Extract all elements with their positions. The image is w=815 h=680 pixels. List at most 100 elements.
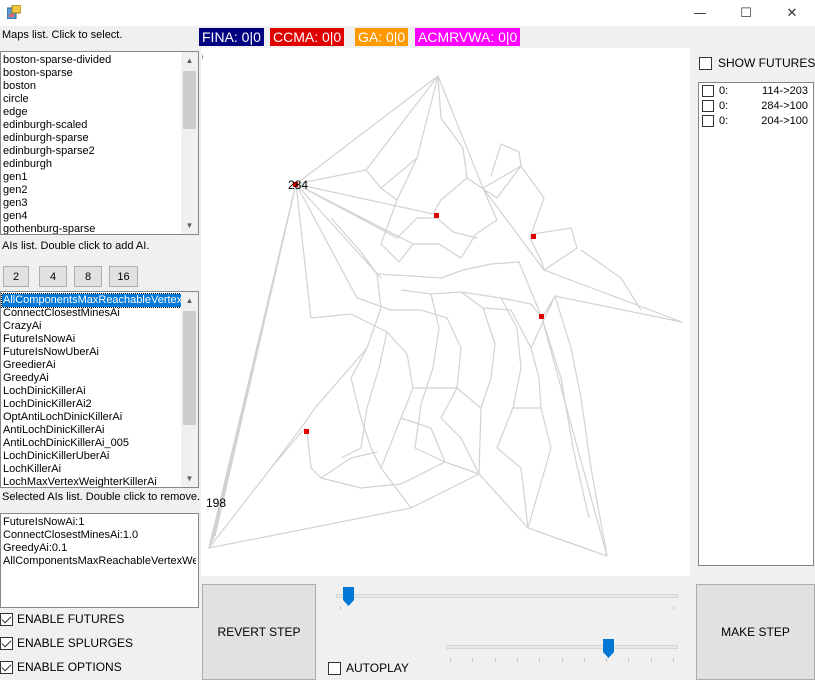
enable-options-label: ENABLE OPTIONS <box>17 660 122 674</box>
speed-slider-tick <box>539 658 541 662</box>
map-list-item[interactable]: gen2 <box>2 184 181 197</box>
map-list-item[interactable]: gen4 <box>2 210 181 223</box>
selected-ai-item[interactable]: GreedyAi:0.1 <box>2 542 196 555</box>
map-list-item[interactable]: boston-sparse <box>2 67 181 80</box>
title-bar: — ☐ ✕ <box>0 0 815 26</box>
ai-list-item[interactable]: GreedierAi <box>2 359 181 372</box>
show-futures-label: SHOW FUTURES <box>718 56 815 70</box>
mine-marker[interactable] <box>434 213 439 218</box>
speed-slider-tick <box>472 658 474 662</box>
future-checkbox[interactable] <box>702 115 714 127</box>
future-checkbox[interactable] <box>702 100 714 112</box>
future-row[interactable]: 0: 114->203 <box>702 84 810 99</box>
score-fina: FINA: 0|0 <box>199 28 264 46</box>
step-slider-thumb[interactable] <box>342 587 354 606</box>
maximize-button[interactable]: ☐ <box>723 0 769 26</box>
ais-scroll-thumb[interactable] <box>183 311 196 425</box>
speed-slider-tick <box>561 658 563 662</box>
selected-ai-item[interactable]: ConnectClosestMinesAi:1.0 <box>2 529 196 542</box>
map-graph <box>208 75 683 557</box>
app-icon <box>7 5 21 19</box>
scroll-down-icon[interactable]: ▼ <box>181 470 198 487</box>
autoplay-checkbox[interactable] <box>328 662 341 675</box>
ai-list-item[interactable]: AntiLochDinicKillerAi_005 <box>2 437 181 450</box>
ai-list-item[interactable]: GreedyAi <box>2 372 181 385</box>
make-step-button[interactable]: MAKE STEP <box>696 584 815 680</box>
ai-list-item[interactable]: LochDinicKillerUberAi <box>2 450 181 463</box>
minimize-button[interactable]: — <box>677 0 723 26</box>
ai-list-item[interactable]: LochDinicKillerAi <box>2 385 181 398</box>
score-acmrvwa: ACMRVWA: 0|0 <box>415 28 521 46</box>
speed-slider-tick <box>583 658 585 662</box>
speed-slider-thumb[interactable] <box>602 639 614 658</box>
map-list-item[interactable]: edinburgh-sparse2 <box>2 145 181 158</box>
future-checkbox[interactable] <box>702 85 714 97</box>
scroll-down-icon[interactable]: ▼ <box>181 217 198 234</box>
selected-ai-item[interactable]: AllComponentsMaxReachableVertexWeigh <box>2 555 196 568</box>
enable-options-checkbox[interactable] <box>0 661 13 674</box>
future-route: 204->100 <box>761 115 808 127</box>
speed-slider-tick <box>606 658 608 662</box>
mine-marker[interactable] <box>531 234 536 239</box>
future-row[interactable]: 0: 204->100 <box>702 114 810 129</box>
ai-list-item[interactable]: LochDinicKillerAi2 <box>2 398 181 411</box>
ai-list-item[interactable]: OptAntiLochDinicKillerAi <box>2 411 181 424</box>
map-rivers <box>208 75 683 557</box>
close-button[interactable]: ✕ <box>769 0 815 26</box>
selected-ais-items: FutureIsNowAi:1 ConnectClosestMinesAi:1.0… <box>2 516 196 568</box>
ai-list-item[interactable]: FutureIsNowUberAi <box>2 346 181 359</box>
ai-list-item[interactable]: LochMaxVertexWeighterKillerAi <box>2 476 181 487</box>
map-list-item[interactable]: boston-sparse-divided <box>2 54 181 67</box>
maps-scroll-thumb[interactable] <box>183 71 196 129</box>
selected-ai-item[interactable]: FutureIsNowAi:1 <box>2 516 196 529</box>
map-list-item[interactable]: gen1 <box>2 171 181 184</box>
node-label-284: 284 <box>288 178 309 192</box>
map-list-item[interactable]: edinburgh <box>2 158 181 171</box>
maps-listbox[interactable]: boston-sparse-divided boston-sparse boston… <box>0 51 199 235</box>
map-list-item[interactable]: edinburgh-scaled <box>2 119 181 132</box>
enable-futures-checkbox[interactable] <box>0 613 13 626</box>
add-8-button[interactable]: 8 <box>74 266 102 287</box>
revert-step-button[interactable]: REVERT STEP <box>202 584 316 680</box>
ai-list-item[interactable]: FutureIsNowAi <box>2 333 181 346</box>
ais-scrollbar[interactable]: ▲ ▼ <box>181 292 198 487</box>
map-list-item[interactable]: gothenburg-sparse <box>2 223 181 234</box>
scroll-up-icon[interactable]: ▲ <box>181 292 198 309</box>
map-canvas[interactable]: ⁱ 284 198 <box>201 48 690 576</box>
ai-list-item[interactable]: AntiLochDinicKillerAi <box>2 424 181 437</box>
mine-marker[interactable] <box>539 314 544 319</box>
ai-list-item[interactable]: AllComponentsMaxReachableVertexW <box>1 293 182 308</box>
futures-list[interactable]: 0: 114->203 0: 284->100 0: 204->100 <box>698 82 814 566</box>
map-list-item[interactable]: boston <box>2 80 181 93</box>
speed-slider-track[interactable] <box>446 645 678 649</box>
add-2-button[interactable]: 2 <box>3 266 29 287</box>
ais-listbox[interactable]: AllComponentsMaxReachableVertexW ConnectC… <box>0 291 199 488</box>
speed-slider-tick <box>628 658 630 662</box>
score-ga: GA: 0|0 <box>355 28 409 46</box>
speed-slider-tick <box>673 658 674 662</box>
future-row[interactable]: 0: 284->100 <box>702 99 810 114</box>
step-slider-track[interactable] <box>336 594 678 598</box>
mine-marker[interactable] <box>304 429 309 434</box>
map-list-item[interactable]: edinburgh-sparse <box>2 132 181 145</box>
add-16-button[interactable]: 16 <box>109 266 138 287</box>
scroll-up-icon[interactable]: ▲ <box>181 52 198 69</box>
maps-items: boston-sparse-divided boston-sparse boston… <box>2 54 181 234</box>
ai-list-item[interactable]: CrazyAi <box>2 320 181 333</box>
future-player: 0: <box>719 100 729 112</box>
ai-list-item[interactable]: ConnectClosestMinesAi <box>2 307 181 320</box>
map-list-item[interactable]: gen3 <box>2 197 181 210</box>
map-list-item[interactable]: edge <box>2 106 181 119</box>
ais-list-header: AIs list. Double click to add AI. <box>2 240 150 252</box>
selected-ais-header: Selected AIs list. Double click to remov… <box>2 491 201 503</box>
map-list-item[interactable]: circle <box>2 93 181 106</box>
selected-ais-listbox[interactable]: FutureIsNowAi:1 ConnectClosestMinesAi:1.0… <box>0 513 199 608</box>
ai-list-item[interactable]: LochKillerAi <box>2 463 181 476</box>
node-label-198: 198 <box>206 496 227 510</box>
speed-slider-tick <box>516 658 518 662</box>
step-slider-tick <box>340 606 341 610</box>
show-futures-checkbox[interactable] <box>699 57 712 70</box>
add-4-button[interactable]: 4 <box>39 266 67 287</box>
maps-scrollbar[interactable]: ▲ ▼ <box>181 52 198 234</box>
enable-splurges-checkbox[interactable] <box>0 637 13 650</box>
